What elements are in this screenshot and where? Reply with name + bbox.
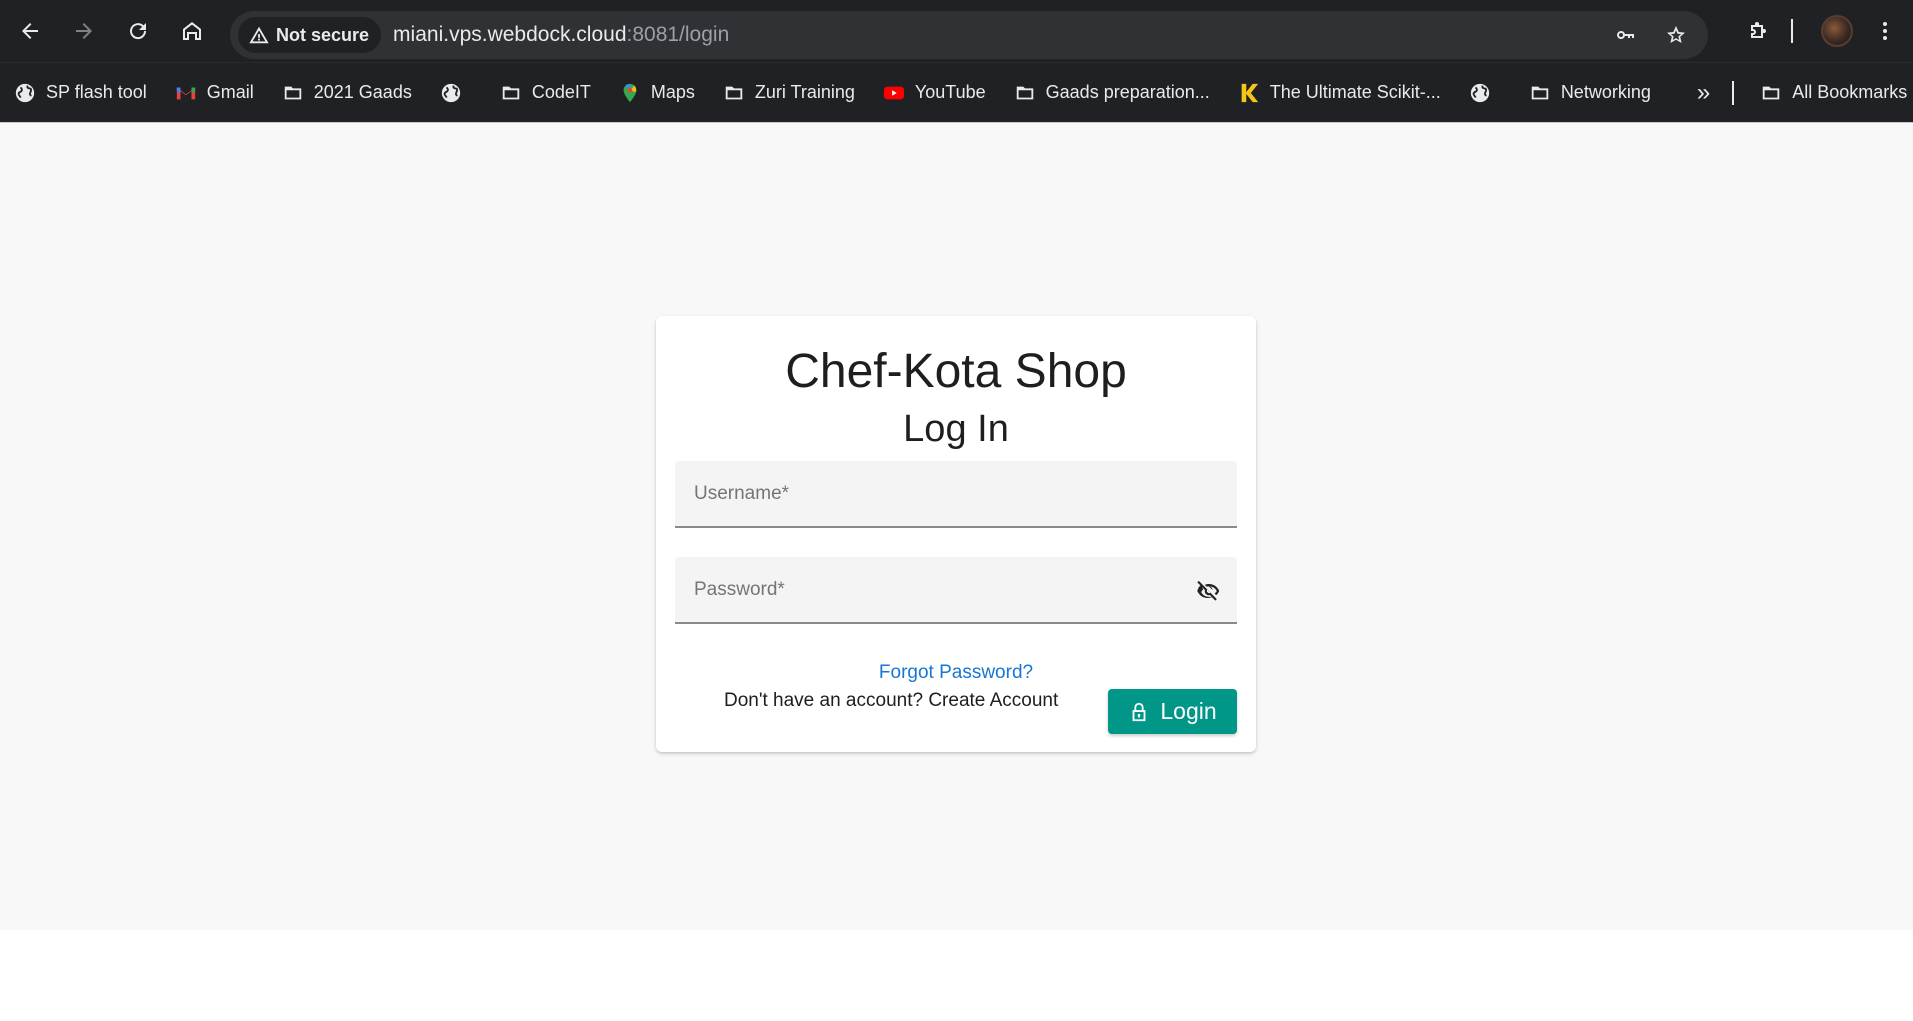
bookmarks-bar: SP flash tool Gmail 2021 Gaads CodeIT Ma… <box>0 62 1913 122</box>
bookmark-label: Maps <box>650 82 695 102</box>
reload-button[interactable] <box>120 13 156 49</box>
bookmark-gaads-preparation[interactable]: Gaads preparation... <box>1014 82 1210 104</box>
folder-icon <box>502 86 520 99</box>
folder-icon <box>1016 86 1033 99</box>
toolbar-divider <box>1791 19 1793 43</box>
globe-icon <box>15 83 35 102</box>
folder-icon <box>284 86 301 99</box>
bookmark-label: Networking <box>1560 82 1651 102</box>
bookmark-scikit[interactable]: The Ultimate Scikit-... <box>1238 82 1441 104</box>
gmail-icon <box>176 87 195 99</box>
youtube-icon <box>883 86 905 99</box>
more-vertical-icon <box>1883 22 1887 40</box>
arrow-right-icon <box>76 23 92 39</box>
bookmark-youtube[interactable]: YouTube <box>883 82 986 104</box>
folder-icon <box>725 86 743 99</box>
extensions-button[interactable] <box>1741 13 1777 49</box>
puzzle-icon <box>1751 22 1766 38</box>
bookmark-label: Gmail <box>206 82 254 102</box>
password-key-button[interactable] <box>1608 17 1644 53</box>
forward-button[interactable] <box>66 13 102 49</box>
username-input[interactable] <box>675 461 1237 526</box>
bookmark-label: Zuri Training <box>754 82 855 102</box>
login-heading: Log In <box>903 408 1009 450</box>
bookmark-networking[interactable]: Networking <box>1529 82 1651 104</box>
all-bookmarks-button[interactable]: All Bookmarks <box>1760 82 1907 104</box>
no-account-text: Don't have an account? <box>724 690 924 711</box>
profile-avatar[interactable] <box>1821 15 1853 47</box>
bookmark-codeit[interactable]: CodeIT <box>500 82 591 104</box>
bookmark-2021-gaads[interactable]: 2021 Gaads <box>282 82 412 104</box>
star-icon <box>1667 26 1685 43</box>
globe-icon <box>1470 83 1489 102</box>
back-button[interactable] <box>12 13 48 49</box>
bookmark-sp-flash-tool[interactable]: SP flash tool <box>14 82 147 104</box>
url-host: miani.vps.webdock.cloud <box>393 23 627 46</box>
bookmark-star-button[interactable] <box>1658 17 1694 53</box>
bookmarks-divider <box>1732 80 1735 105</box>
page-below-area <box>0 930 1913 1021</box>
bookmarks-overflow-button[interactable]: » <box>1697 79 1710 107</box>
bookmark-label: 2021 Gaads <box>313 82 412 102</box>
home-icon <box>183 22 201 40</box>
bookmark-label: The Ultimate Scikit-... <box>1269 82 1441 102</box>
address-bar[interactable]: Not secure miani.vps.webdock.cloud:8081/… <box>230 11 1708 59</box>
bookmark-gmail[interactable]: Gmail <box>175 82 254 104</box>
shop-title: Chef-Kota Shop <box>785 345 1127 398</box>
arrow-left-icon <box>22 23 38 39</box>
folder-icon <box>1531 86 1549 99</box>
forgot-password-link[interactable]: Forgot Password? <box>656 662 1256 684</box>
reload-icon <box>130 23 147 40</box>
home-button[interactable] <box>174 13 210 49</box>
bookmark-label: YouTube <box>914 82 986 102</box>
bookmark-globe[interactable] <box>440 82 472 104</box>
bookmark-globe-2[interactable] <box>1469 82 1501 104</box>
signup-prompt: Don't have an account? Create Account <box>724 690 1058 712</box>
security-label: Not secure <box>276 24 370 45</box>
browser-chrome: Not secure miani.vps.webdock.cloud:8081/… <box>0 0 1913 122</box>
bookmark-zuri-training[interactable]: Zuri Training <box>723 82 855 104</box>
maps-icon <box>623 83 637 102</box>
login-button[interactable]: Login <box>1108 689 1237 734</box>
folder-icon <box>1762 86 1780 99</box>
url-path: :8081/login <box>626 23 730 46</box>
password-field-container <box>675 557 1237 624</box>
globe-icon <box>441 83 460 102</box>
overflow-label: » <box>1696 78 1711 106</box>
browser-menu-button[interactable] <box>1867 13 1903 49</box>
bookmark-label: CodeIT <box>531 82 591 102</box>
all-bookmarks-label: All Bookmarks <box>1792 82 1908 102</box>
page-content: Chef-Kota Shop Log In Forgot Password? D… <box>0 122 1913 930</box>
url-text[interactable]: miani.vps.webdock.cloud:8081/login <box>393 23 729 47</box>
security-indicator[interactable]: Not secure <box>238 17 382 53</box>
login-card: Chef-Kota Shop Log In Forgot Password? D… <box>656 316 1256 752</box>
create-account-link[interactable]: Create Account <box>928 690 1058 711</box>
bookmark-label: Gaads preparation... <box>1045 82 1210 102</box>
warning-icon <box>249 26 269 44</box>
k-icon <box>1241 83 1258 102</box>
key-icon <box>1617 30 1634 39</box>
login-button-label: Login <box>1160 698 1217 724</box>
bookmark-label: SP flash tool <box>46 82 147 102</box>
lock-icon <box>1132 702 1146 721</box>
username-field-container <box>675 461 1237 528</box>
password-input[interactable] <box>675 557 1237 622</box>
bookmark-maps[interactable]: Maps <box>619 82 695 104</box>
visibility-off-icon[interactable] <box>1195 577 1223 605</box>
